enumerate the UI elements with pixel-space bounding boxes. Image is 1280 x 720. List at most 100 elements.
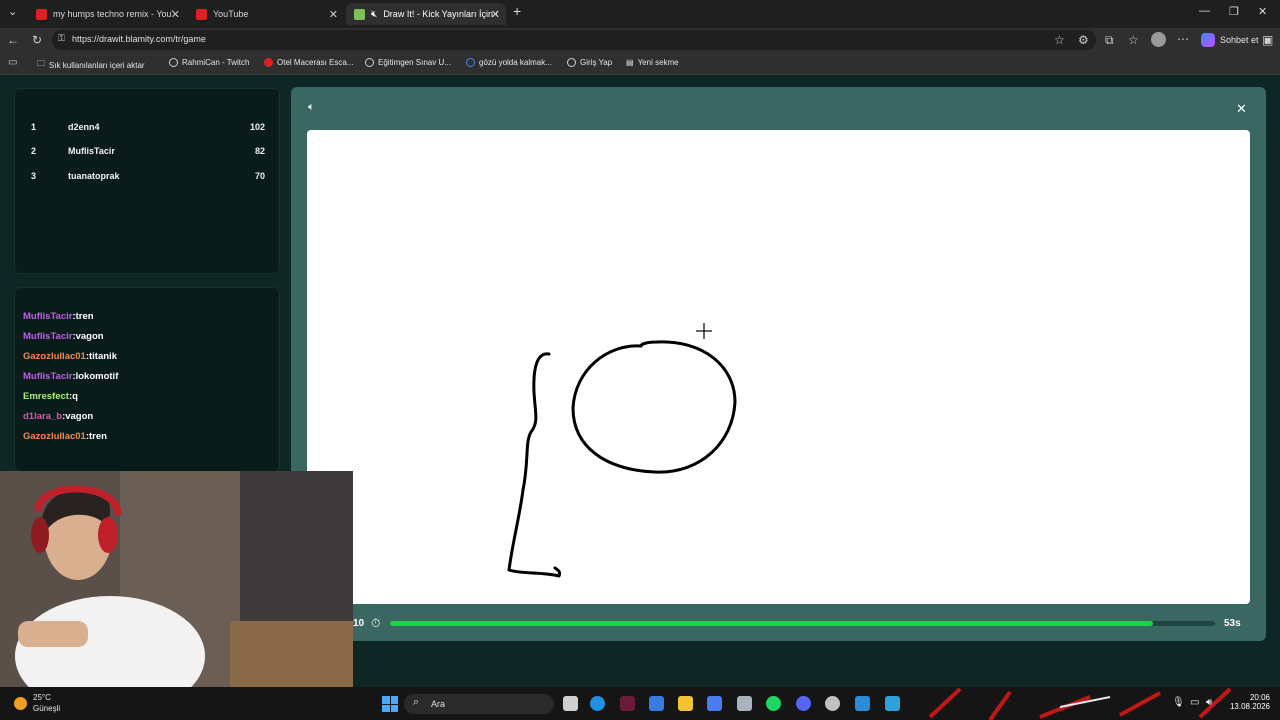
settings-icon[interactable] [737,696,752,711]
player-score: 102 [249,122,265,132]
tab-youtube[interactable]: YouTube ✕ [188,3,344,25]
site-icon [365,58,374,67]
weather-temp[interactable]: 25°C [33,693,51,702]
network-icon[interactable]: ▭ [1190,697,1199,708]
volume-icon[interactable]: 🔊︎ [1206,697,1212,708]
chat-message: MuflisTacir:lokomotif [23,371,118,382]
drawing-strokes [507,323,737,578]
edge-browser-icon[interactable] [590,696,605,711]
bookmark-otel[interactable]: Otel Macerası Esca... [264,58,353,67]
taskbar-wallpaper-accents [928,687,1232,720]
windows-start-icon[interactable] [382,696,398,712]
url-text[interactable]: https://drawit.blamity.com/tr/game [72,34,206,44]
microphone-icon[interactable]: 🎙︎ [1172,697,1185,708]
tab-youtube-remix[interactable]: my humps techno remix - YouTub ✕ [28,3,186,25]
file-explorer-icon[interactable] [678,696,693,711]
webcam-overlay [0,471,353,687]
chat-panel: MuflisTacir:tren MuflisTacir:vagon Gazoz… [14,287,280,472]
taskbar [0,687,1280,720]
globe-icon [567,58,576,67]
discord-icon[interactable] [796,696,811,711]
profile-avatar[interactable] [1151,32,1166,47]
tab-strip: ⌄ my humps techno remix - YouTub ✕ YouTu… [0,0,1280,28]
chat-text: :q [68,391,78,402]
youtube-icon [264,58,273,67]
bookmark-import[interactable]: 🗀 Sık kullanılanları içeri aktar [37,58,145,72]
refresh-icon[interactable]: ↻ [32,33,42,47]
tab-label: YouTube [213,9,249,19]
muted-speaker-icon[interactable]: 🔇︎ [371,9,377,20]
close-tab-icon[interactable]: ✕ [491,8,500,21]
tab-menu-icon[interactable]: ⌄ [8,5,17,18]
leaderboard-row: 1 d2enn4 102 [15,122,281,138]
player-score: 82 [254,146,265,156]
bracket-stroke [507,352,562,578]
time-left: 53s [1224,618,1241,629]
weather-sun-icon[interactable] [14,697,27,710]
bookmark-egitimgen[interactable]: Eğitimgen Sınav U... [365,58,451,67]
chat-username: Emresfect [23,391,69,402]
player-name: tuanatoprak [68,171,120,181]
search-icon: ⌕ [413,696,420,708]
tab-drawit[interactable]: 🔇︎ Draw It! - Kick Yayınları İçin Ç ✕ [346,3,506,25]
folder-icon: 🗀 [37,59,45,68]
close-tab-icon[interactable]: ✕ [329,8,338,21]
copilot-icon[interactable] [1201,33,1215,47]
spotify-icon[interactable] [766,696,781,711]
bookmark-gozu-yolda[interactable]: gözü yolda kalmak... [466,58,552,67]
app-icon[interactable] [620,696,635,711]
page-icon: ▤ [626,58,634,67]
bookmark-menu-icon[interactable]: ▭ [8,57,17,68]
split-screen-icon[interactable]: ⧉ [1105,33,1114,48]
timer-progress [390,621,1154,626]
drawing-canvas[interactable] [307,130,1250,604]
copilot-app-icon[interactable] [707,696,722,711]
leaderboard-row: 3 tuanatoprak 70 [15,171,281,187]
chat-text: :tren [85,431,107,442]
google-icon [466,58,475,67]
close-icon[interactable]: ✕ [1236,101,1247,117]
telegram-icon[interactable] [885,696,900,711]
extensions-icon[interactable]: ⚙ [1078,33,1089,47]
player-score: 70 [254,171,265,181]
webcam-person-image [0,471,353,687]
rank: 2 [31,146,37,156]
minimize-icon[interactable]: — [1199,5,1210,17]
clock-time: 20:06 [1249,693,1270,702]
chat-text: :lokomotif [72,371,119,382]
store-icon[interactable] [649,696,664,711]
taskbar-search-text[interactable]: Ara [431,699,445,709]
bookmark-yeni-sekme[interactable]: ▤ Yeni sekme [626,58,679,67]
stopwatch-icon: ⏱ [371,616,381,630]
player-name: MuflisTacir [68,146,115,156]
favorites-icon[interactable]: ☆ [1128,33,1139,47]
close-tab-icon[interactable]: ✕ [171,8,180,21]
favorite-star-icon[interactable]: ☆ [1054,33,1065,47]
sound-icon[interactable]: 🔈︎ [308,101,315,114]
sidebar-icon[interactable]: ▣ [1262,33,1273,47]
vscode-icon[interactable] [855,696,870,711]
site-info-icon[interactable]: ⚿ [58,33,65,44]
leaderboard: 1 d2enn4 102 2 MuflisTacir 82 3 tuanatop… [14,88,280,274]
tab-label: my humps techno remix - YouTub [53,9,173,19]
taskbar-search[interactable] [404,694,554,714]
bookmark-twitch[interactable]: RahmiCan - Twitch [169,58,249,67]
chat-username: MuflisTacir [23,331,73,342]
maximize-icon[interactable]: ❐ [1229,5,1239,18]
system-clock[interactable]: 20:06 13.08.2026 [1228,693,1270,711]
task-view-icon[interactable] [563,696,578,711]
chat-message: d1lara_b:vagon [23,411,93,422]
weather-desc[interactable]: Güneşli [33,704,60,713]
new-tab-icon[interactable]: + [513,3,521,19]
obs-icon[interactable] [825,696,840,711]
back-icon[interactable]: ← [7,33,19,47]
drawit-favicon-icon [354,8,365,20]
more-menu-icon[interactable]: ⋯ [1177,32,1189,46]
player-name: d2enn4 [68,122,100,132]
bookmark-giris-yap[interactable]: Giriş Yap [567,58,612,67]
chat-text: :vagon [72,331,104,342]
close-window-icon[interactable]: ✕ [1258,5,1267,18]
circle-stroke [571,340,737,474]
address-bar[interactable] [52,30,1096,50]
copilot-label[interactable]: Sohbet et [1220,35,1259,45]
